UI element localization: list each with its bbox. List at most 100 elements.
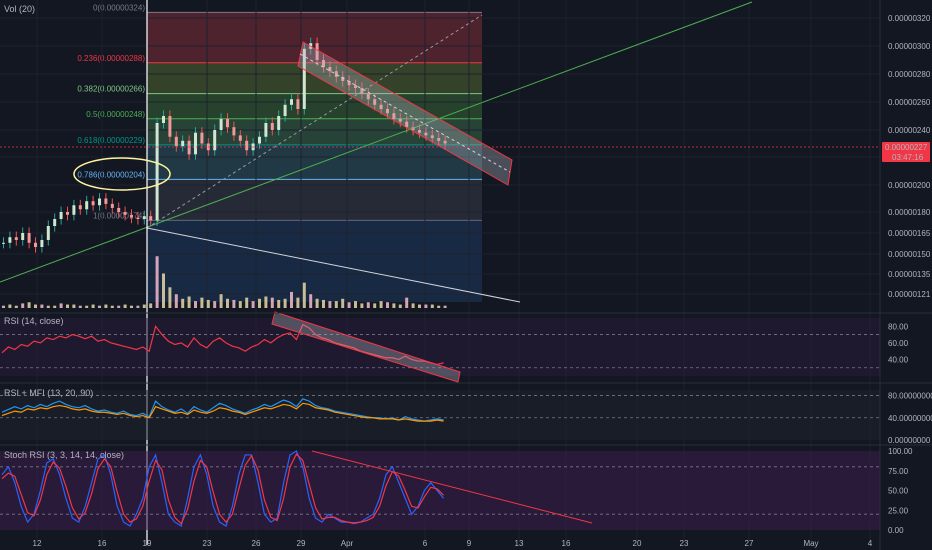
candle-body (200, 132, 204, 144)
current-price-label: 0.00000227 (885, 143, 928, 152)
fib-level-label: 0.786(0.00000204) (77, 170, 145, 179)
volume-bar (270, 297, 274, 308)
time-tick-label: 16 (98, 539, 107, 548)
volume-bar (200, 297, 204, 308)
price-tick-label: 0.00000260 (888, 98, 931, 107)
candle-body (290, 99, 293, 105)
time-tick-label: 6 (423, 539, 428, 548)
volume-bar (322, 299, 325, 308)
candle-body (66, 212, 69, 215)
volume-bar (130, 305, 133, 308)
volume-bar (238, 301, 242, 308)
time-tick-label: 27 (745, 539, 754, 548)
candle-body (117, 207, 121, 212)
candle-body (238, 135, 242, 141)
countdown-label: 03:47:16 (892, 153, 924, 162)
candle-body (194, 132, 197, 155)
candle-body (296, 99, 300, 109)
time-tick-label: May (803, 539, 818, 548)
volume-bar (85, 305, 89, 308)
candle-body (264, 123, 268, 137)
volume-bar (34, 304, 37, 308)
volume-bar (309, 294, 313, 308)
volume-bar (66, 304, 69, 308)
volume-bar (187, 296, 191, 308)
oscillator-tick-label: 40.00000000 (888, 414, 932, 423)
fib-level-label: 0(0.00000324) (93, 3, 145, 12)
candle-body (258, 136, 261, 144)
volume-bar (437, 305, 441, 308)
candle-body (130, 214, 133, 218)
time-tick-label: Apr (341, 539, 354, 548)
oscillator-tick-label: 80.00 (888, 322, 909, 331)
time-tick-label: 23 (680, 539, 689, 548)
pane-band (0, 451, 880, 530)
rsi-pane: 80.00 60.00 40.00 (0, 318, 909, 376)
oscillator-tick-label: 40.00 (888, 355, 909, 364)
candle-body (277, 116, 281, 130)
candle-body (155, 123, 159, 221)
time-tick-label: 23 (203, 539, 212, 548)
volume-bar (258, 298, 261, 308)
oscillator-tick-label: 0.00000000 (888, 436, 931, 445)
volume-bar (283, 298, 287, 308)
candle-body (174, 136, 178, 147)
price-tick-label: 0.00000150 (888, 250, 931, 259)
time-tick-label: 16 (562, 539, 571, 548)
volume-bar (162, 273, 165, 308)
candle-body (46, 226, 50, 240)
volume-bar (59, 303, 63, 308)
volume-bar (302, 282, 306, 308)
volume-bar (232, 299, 236, 308)
volume-bar (181, 298, 185, 308)
oscillator-tick-label: 25.00 (888, 506, 909, 515)
price-tick-label: 0.00000121 (888, 290, 931, 299)
fib-band (147, 144, 482, 180)
candle-body (34, 242, 37, 247)
time-tick-label: 13 (515, 539, 524, 548)
volume-bar (53, 305, 57, 308)
time-tick-label: 20 (633, 539, 642, 548)
candle-body (8, 237, 12, 243)
volume-bar (219, 294, 223, 308)
oscillator-tick-label: 75.00 (888, 467, 909, 476)
volume-bar (386, 302, 389, 308)
volume-bar (155, 256, 159, 308)
candle-body (245, 140, 249, 151)
candle-body (53, 219, 57, 226)
volume-bar (27, 302, 31, 308)
volume-bar (123, 304, 127, 308)
candle-body (59, 212, 63, 219)
mfi-title: RSI + MFI (13, 20, 90) (4, 388, 93, 398)
trading-chart[interactable]: 0(0.00000324) 0.236(0.00000288) 0.382(0.00… (0, 0, 932, 550)
volume-bar (430, 304, 434, 308)
volume-bar (334, 301, 338, 308)
volume-bar (411, 303, 415, 308)
candle-body (187, 140, 191, 155)
volume-bar (366, 302, 370, 308)
candle-body (78, 205, 82, 210)
volume-bar (251, 301, 255, 308)
time-tick-label: 4 (868, 539, 873, 548)
candle-body (98, 198, 101, 206)
volume-bar (117, 305, 121, 308)
candle-body (226, 118, 229, 128)
volume-bar (8, 304, 12, 308)
candle-body (136, 217, 140, 219)
volume-bar (392, 303, 396, 308)
volume-bar (14, 305, 18, 308)
time-tick-label: 26 (252, 539, 261, 548)
volume-bar (418, 304, 421, 308)
volume-bar (424, 304, 428, 308)
volume-bar (296, 297, 300, 308)
oscillator-tick-label: 50.00 (888, 487, 909, 496)
volume-bar (72, 304, 76, 308)
candle-body (270, 123, 274, 130)
price-tick-label: 0.00000165 (888, 229, 931, 238)
candle-body (149, 216, 153, 221)
candle-body (27, 233, 31, 243)
time-tick-label: 9 (467, 539, 472, 548)
time-tick-label: 19 (143, 539, 152, 548)
candle-body (104, 198, 108, 204)
fib-level-label: 0.5(0.00000248) (86, 110, 145, 119)
